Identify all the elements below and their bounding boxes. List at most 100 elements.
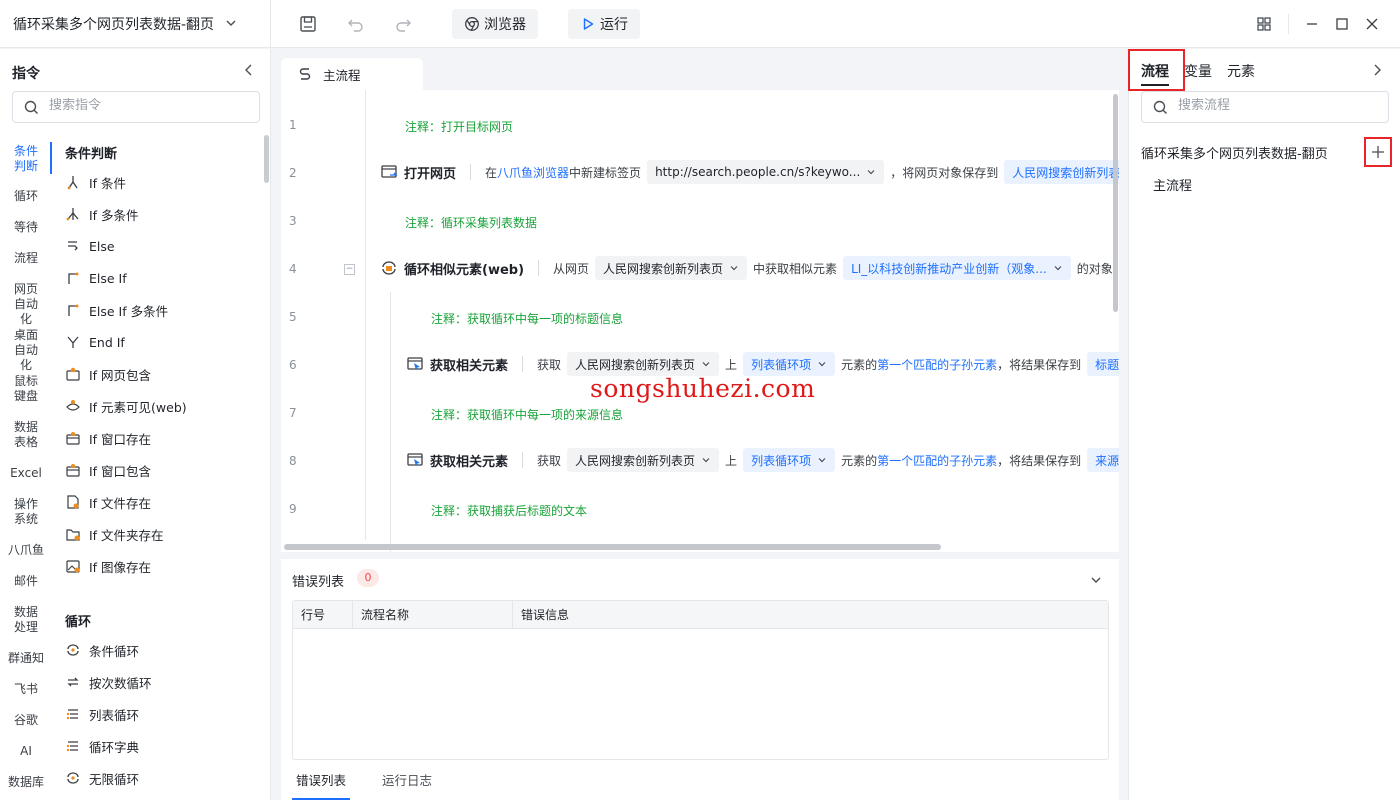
page-dropdown[interactable]: 人民网搜索创新列表页 — [567, 448, 720, 472]
command-item[interactable]: If 文件存在 — [64, 492, 151, 512]
flow-row[interactable]: 8 获取相关元素 获取 人民网搜索创新列表页 上 列表循环项 元素的 第一个匹配的… — [281, 438, 1119, 486]
category-wait[interactable]: 等待 — [0, 220, 52, 235]
category-group-notify[interactable]: 群通知 — [0, 651, 52, 666]
match-mode-link[interactable]: 第一个匹配的子孙元素 — [877, 356, 997, 373]
page-dropdown[interactable]: 人民网搜索创新列表页 — [567, 352, 720, 376]
variable-pill[interactable]: 标题 — [1087, 352, 1119, 376]
redo-icon[interactable] — [393, 14, 413, 34]
column-header[interactable]: 行号 — [293, 601, 353, 628]
horizontal-scrollbar[interactable] — [284, 544, 941, 550]
panel-title: 指令 — [12, 66, 40, 82]
element-visible-icon — [64, 397, 82, 415]
branch-icon — [64, 173, 82, 191]
command-item[interactable]: End If — [64, 332, 125, 352]
category-data-processing[interactable]: 数据处理 — [0, 605, 52, 635]
flow-row[interactable]: 5 注释：获取循环中每一项的标题信息 — [281, 294, 1119, 342]
tab-run-log[interactable]: 运行日志 — [378, 771, 436, 800]
minimize-icon[interactable] — [1303, 15, 1321, 33]
category-database[interactable]: 数据库 — [0, 775, 52, 790]
command-item[interactable]: If 文件夹存在 — [64, 524, 164, 544]
category-flow[interactable]: 流程 — [0, 251, 52, 266]
chevron-down-icon — [818, 458, 826, 463]
command-item[interactable]: If 多条件 — [64, 204, 139, 224]
code-editor[interactable]: − 1 注释：打开目标网页 2 打开网页 在八爪鱼浏览器 中新建标签页 http:… — [281, 90, 1119, 552]
category-data-table[interactable]: 数据表格 — [0, 420, 52, 450]
variable-pill[interactable]: 人民网搜索创新列表页 — [1004, 160, 1119, 184]
loop-item-dropdown[interactable]: 列表循环项 — [743, 352, 836, 376]
category-feishu[interactable]: 飞书 — [0, 682, 52, 697]
tab-error-list[interactable]: 错误列表 — [292, 771, 351, 800]
right-tabs: 流程 变量 元素 — [1141, 61, 1270, 86]
run-button[interactable]: 运行 — [568, 9, 640, 39]
category-ai[interactable]: AI — [0, 744, 52, 759]
command-item[interactable]: If 窗口包含 — [64, 460, 151, 480]
flow-row[interactable]: 4 循环相似元素(web) 从网页 人民网搜索创新列表页 中获取相似元素 LI_… — [281, 246, 1119, 294]
app-title[interactable]: 循环采集多个网页列表数据-翻页 — [13, 14, 214, 34]
category-web-automation[interactable]: 网页自动化 — [0, 282, 52, 327]
category-bazhuayu[interactable]: 八爪鱼 — [0, 543, 52, 558]
page-dropdown[interactable]: 人民网搜索创新列表页 — [595, 256, 748, 280]
command-item[interactable]: Else If — [64, 268, 127, 288]
action-name: 循环相似元素(web) — [404, 262, 525, 278]
command-item[interactable]: Else If 多条件 — [64, 300, 168, 320]
flow-row[interactable]: 3 注释：循环采集列表数据 — [281, 198, 1119, 246]
process-title[interactable]: 循环采集多个网页列表数据-翻页 — [1141, 143, 1328, 162]
variable-pill[interactable]: 来源 — [1087, 448, 1119, 472]
tab-variables[interactable]: 变量 — [1184, 61, 1212, 86]
category-desktop-automation[interactable]: 桌面自动化 — [0, 328, 52, 373]
column-header[interactable]: 错误信息 — [513, 601, 1108, 628]
command-item[interactable]: 无限循环 — [64, 768, 139, 788]
command-item[interactable]: If 条件 — [64, 172, 126, 192]
flow-row[interactable]: 1 注释：打开目标网页 — [281, 102, 1119, 150]
line-number: 9 — [289, 502, 297, 516]
tab-flow[interactable]: 流程 — [1141, 61, 1169, 86]
browser-button[interactable]: 浏览器 — [452, 9, 538, 39]
match-mode-link[interactable]: 第一个匹配的子孙元素 — [877, 452, 997, 469]
command-search[interactable] — [12, 91, 260, 123]
save-icon[interactable] — [298, 14, 318, 34]
element-dropdown[interactable]: LI_以科技创新推动产业创新（观象... — [843, 256, 1071, 280]
category-mail[interactable]: 邮件 — [0, 574, 52, 589]
url-dropdown[interactable]: http://search.people.cn/s?keywo... — [647, 160, 885, 184]
command-item[interactable]: If 窗口存在 — [64, 428, 151, 448]
command-item[interactable]: 列表循环 — [64, 704, 139, 724]
flow-row[interactable]: 9 注释：获取捕获后标题的文本 — [281, 486, 1119, 534]
chevron-left-icon[interactable] — [243, 63, 255, 77]
chevron-right-icon[interactable] — [1371, 63, 1383, 77]
command-item[interactable]: If 图像存在 — [64, 556, 151, 576]
category-loop[interactable]: 循环 — [0, 189, 52, 204]
subprocess-item[interactable]: 主流程 — [1153, 175, 1192, 194]
category-os[interactable]: 操作系统 — [0, 497, 52, 527]
vertical-scrollbar[interactable] — [1113, 94, 1118, 312]
chevron-down-icon[interactable] — [1089, 573, 1103, 587]
command-item[interactable]: 循环字典 — [64, 736, 139, 756]
process-search-input[interactable] — [1178, 98, 1378, 113]
command-item[interactable]: If 网页包含 — [64, 364, 151, 384]
add-subprocess-button[interactable] — [1364, 137, 1392, 167]
chevron-down-icon[interactable] — [224, 16, 238, 30]
close-icon[interactable] — [1363, 15, 1381, 33]
open-webpage-icon — [381, 165, 398, 178]
maximize-icon[interactable] — [1333, 15, 1351, 33]
command-item[interactable]: 条件循环 — [64, 640, 139, 660]
command-item[interactable]: If 元素可见(web) — [64, 396, 187, 416]
category-mouse-keyboard[interactable]: 鼠标键盘 — [0, 374, 52, 404]
flow-row[interactable]: 2 打开网页 在八爪鱼浏览器 中新建标签页 http://search.peopl… — [281, 150, 1119, 198]
command-search-input[interactable] — [49, 98, 249, 113]
grid-icon[interactable] — [1255, 15, 1273, 33]
browser-link[interactable]: 八爪鱼浏览器 — [497, 164, 569, 181]
column-header[interactable]: 流程名称 — [353, 601, 513, 628]
category-condition[interactable]: 条件判断 — [0, 144, 52, 174]
category-excel[interactable]: Excel — [0, 466, 52, 481]
comment-text: 注释：循环采集列表数据 — [405, 216, 538, 230]
scrollbar[interactable] — [264, 135, 269, 183]
loop-item-dropdown[interactable]: 列表循环项 — [743, 448, 836, 472]
category-google[interactable]: 谷歌 — [0, 713, 52, 728]
search-icon — [1153, 100, 1167, 114]
tab-elements[interactable]: 元素 — [1227, 61, 1255, 86]
process-search[interactable] — [1141, 91, 1389, 123]
undo-icon[interactable] — [346, 14, 366, 34]
command-item[interactable]: 按次数循环 — [64, 672, 152, 692]
tab-main-flow[interactable]: 主流程 — [281, 58, 423, 90]
command-item[interactable]: Else — [64, 236, 115, 256]
